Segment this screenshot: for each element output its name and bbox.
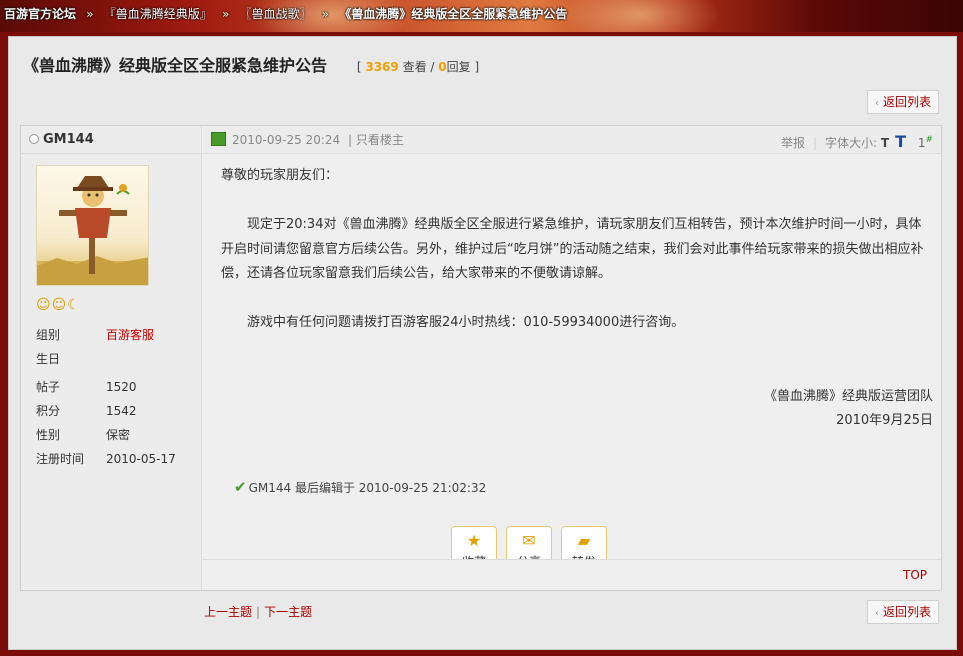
breadcrumb-item-forum[interactable]: 『兽血沸腾经典版』 <box>104 7 212 21</box>
prev-thread-link[interactable]: 上一主题 <box>204 605 252 619</box>
thread-navigation: 上一主题 | 下一主题 <box>204 603 312 620</box>
breadcrumb-current: 《兽血沸腾》经典版全区全服紧急维护公告 <box>339 7 568 21</box>
breadcrumb-item-board[interactable]: 〖兽血战歌〗 <box>239 7 311 21</box>
info-value-register-date: 2010-05-17 <box>106 452 176 466</box>
author-info-row: 积分 1542 <box>36 399 196 423</box>
paragraph-maintenance: 现定于20:34对《兽血沸腾》经典版全区全服进行紧急维护，请玩家朋友们互相转告，… <box>221 217 924 281</box>
post: GM144 ☺☺☾ 组别 百游客服 生日 帖子 1520 积分 1542 性别 … <box>20 125 942 591</box>
floor-mark: # <box>925 135 933 145</box>
author-info-row: 性别 保密 <box>36 423 196 447</box>
views-count: 3369 <box>365 60 399 74</box>
post-header: 2010-09-25 20:24 | 只看楼主 举报 | 字体大小: TT 1# <box>203 126 941 154</box>
author-header: GM144 <box>21 126 201 154</box>
back-to-list-label: 返回列表 <box>882 605 931 619</box>
signature-team: 《兽血沸腾》经典版运营团队 <box>763 388 933 404</box>
chevron-left-icon: ‹ <box>874 98 879 109</box>
info-value-gender: 保密 <box>106 428 131 442</box>
breadcrumb-separator: » <box>321 7 330 21</box>
font-large-button[interactable]: T <box>895 132 906 151</box>
chevron-left-icon: ‹ <box>874 608 879 619</box>
greeting: 尊敬的玩家朋友们： <box>221 168 339 183</box>
info-label: 帖子 <box>36 380 61 394</box>
breadcrumb: 百游官方论坛 » 『兽血沸腾经典版』 » 〖兽血战歌〗 » 《兽血沸腾》经典版全… <box>4 4 567 24</box>
smiley-medal-icon: ☺ <box>51 297 68 313</box>
info-label: 组别 <box>36 328 61 342</box>
info-label: 生日 <box>36 352 61 366</box>
user-medals: ☺☺☾ <box>36 297 81 313</box>
author-info-row: 注册时间 2010-05-17 <box>36 447 196 471</box>
only-author-link[interactable]: | 只看楼主 <box>348 133 404 147</box>
edit-notice-text: GM144 最后编辑于 2010-09-25 21:02:32 <box>248 481 487 495</box>
divider: | <box>812 136 817 150</box>
avatar[interactable] <box>36 165 149 286</box>
author-info-row: 生日 <box>36 347 196 371</box>
back-to-list-label: 返回列表 <box>882 95 931 109</box>
font-small-button[interactable]: T <box>881 136 889 150</box>
info-label: 性别 <box>36 428 61 442</box>
info-value-group[interactable]: 百游客服 <box>106 328 154 342</box>
thread-stats: [ 3369 查看 / 0回复 ] <box>356 60 480 74</box>
post-footer: TOP <box>203 559 941 590</box>
info-value-points: 1542 <box>106 404 137 418</box>
info-label: 积分 <box>36 404 61 418</box>
next-thread-link[interactable]: 下一主题 <box>264 605 312 619</box>
replies-label: 回复 <box>446 60 471 74</box>
check-icon: ✔ <box>234 478 247 496</box>
back-to-list-button-bottom[interactable]: ‹ 返回列表 <box>867 600 939 624</box>
star-icon: ★ <box>466 531 482 550</box>
author-name[interactable]: GM144 <box>43 132 94 147</box>
author-info-row: 帖子 1520 <box>36 375 196 399</box>
thread-frame: 《兽血沸腾》经典版全区全服紧急维护公告 [ 3369 查看 / 0回复 ] ‹ 返… <box>8 36 957 650</box>
post-tools: 举报 | 字体大小: TT 1# <box>781 126 933 157</box>
offline-status-icon <box>29 134 39 144</box>
smiley-medal-icon: ☺ <box>36 297 52 313</box>
breadcrumb-home[interactable]: 百游官方论坛 <box>4 7 76 21</box>
font-size-label: 字体大小: <box>825 136 878 150</box>
page-title: 《兽血沸腾》经典版全区全服紧急维护公告 <box>23 56 328 75</box>
signature-date: 2010年9月25日 <box>836 413 933 428</box>
scarecrow-avatar-image <box>37 176 148 285</box>
post-content: 尊敬的玩家朋友们： 现定于20:34对《兽血沸腾》经典版全区全服进行紧急维护，请… <box>221 164 933 434</box>
only-author-label: 只看楼主 <box>355 133 404 147</box>
breadcrumb-separator: » <box>221 7 230 21</box>
folder-icon: ▰ <box>577 531 591 550</box>
author-info-row: 组别 百游客服 <box>36 323 196 347</box>
post-date: 2010-09-25 20:24 <box>232 133 341 147</box>
author-panel: GM144 ☺☺☾ 组别 百游客服 生日 帖子 1520 积分 1542 性别 … <box>21 126 202 590</box>
moon-medal-icon: ☾ <box>67 297 81 313</box>
paragraph-hotline: 游戏中有任何问题请拨打百游客服24小时热线：010-59934000进行咨询。 <box>247 315 685 330</box>
image-icon <box>211 132 226 146</box>
author-info: 组别 百游客服 生日 帖子 1520 积分 1542 性别 保密 注册时间 2010-05… <box>36 323 196 471</box>
views-label: 查看 <box>402 60 427 74</box>
breadcrumb-separator: » <box>86 7 94 21</box>
replies-count: 0 <box>438 60 447 74</box>
back-to-list-button-top[interactable]: ‹ 返回列表 <box>867 90 939 114</box>
top-link[interactable]: TOP <box>903 568 927 582</box>
envelope-icon: ✉ <box>522 531 536 550</box>
edit-notice: ✔ GM144 最后编辑于 2010-09-25 21:02:32 <box>234 477 486 497</box>
floor-number: 1# <box>918 135 933 150</box>
banner-decoration <box>560 0 720 32</box>
report-link[interactable]: 举报 <box>781 136 805 150</box>
divider: | <box>256 605 261 619</box>
thread-title-row: 《兽血沸腾》经典版全区全服紧急维护公告 [ 3369 查看 / 0回复 ] <box>23 54 479 78</box>
top-banner: 百游官方论坛 » 『兽血沸腾经典版』 » 〖兽血战歌〗 » 《兽血沸腾》经典版全… <box>0 0 963 32</box>
info-value-posts: 1520 <box>106 380 137 394</box>
info-label: 注册时间 <box>36 452 85 466</box>
